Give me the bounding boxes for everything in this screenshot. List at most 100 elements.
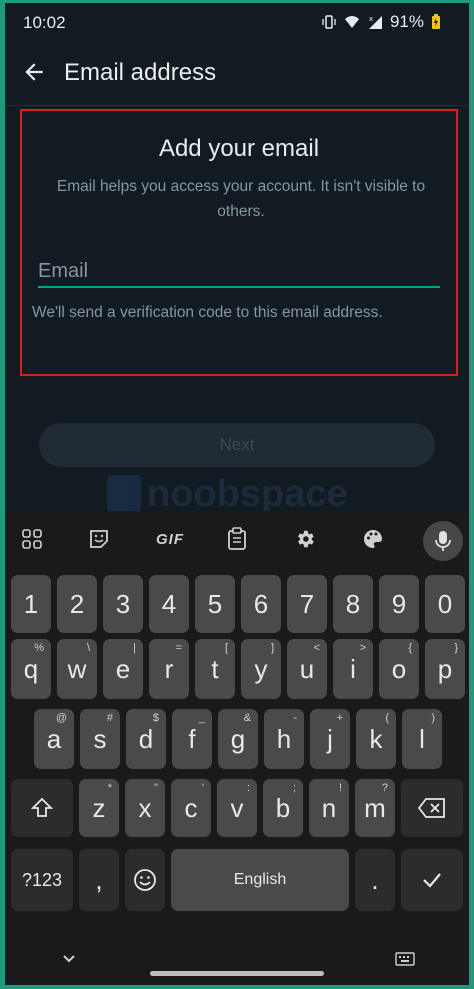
key-q[interactable]: q%: [11, 639, 51, 699]
key-n-label: n: [321, 792, 337, 823]
keyboard-switch-icon[interactable]: [395, 951, 415, 967]
key-k-label: k: [369, 723, 383, 754]
sticker-icon[interactable]: [85, 525, 113, 553]
key-8-label: 8: [345, 588, 361, 619]
key-u[interactable]: u <: [287, 639, 327, 699]
key-j-label: j: [327, 723, 333, 754]
key-e-label: e: [115, 653, 131, 684]
key-n-hint: !: [338, 782, 342, 794]
next-button[interactable]: Next: [39, 423, 435, 467]
key-3[interactable]: 3: [103, 575, 143, 633]
key-p-label: p: [437, 653, 453, 684]
key-i[interactable]: i >: [333, 639, 373, 699]
back-arrow-icon[interactable]: [21, 59, 47, 85]
apps-grid-icon[interactable]: [18, 525, 46, 553]
watermark-logo-icon: [107, 474, 141, 515]
space-key[interactable]: English: [171, 849, 349, 911]
app-bar: Email address: [5, 43, 469, 105]
key-g[interactable]: g &: [218, 709, 258, 769]
key-9[interactable]: 9: [379, 575, 419, 633]
key-v-hint: :: [246, 782, 250, 794]
symbols-key[interactable]: ?123: [11, 849, 73, 911]
emoji-key[interactable]: [125, 849, 165, 911]
key-z[interactable]: z *: [79, 779, 119, 837]
svg-text:x: x: [369, 15, 373, 23]
key-a-label: a: [46, 723, 62, 754]
key-f-label: f: [188, 723, 196, 754]
app-bar-divider: [5, 105, 469, 106]
card-title: Add your email: [158, 135, 320, 162]
key-i-hint: >: [359, 642, 366, 654]
key-d[interactable]: d $: [126, 709, 166, 769]
watermark-text: noobspace: [147, 473, 348, 515]
key-8[interactable]: 8: [333, 575, 373, 633]
key-t[interactable]: t[: [195, 639, 235, 699]
comma-key[interactable]: ,: [79, 849, 119, 911]
key-k[interactable]: k(: [356, 709, 396, 769]
card-description: Email helps you access your account. It …: [56, 178, 426, 220]
gif-button[interactable]: GIF: [153, 525, 187, 553]
key-1[interactable]: 1: [11, 575, 51, 633]
backspace-key[interactable]: [401, 779, 463, 837]
voice-input-mic-icon[interactable]: [423, 521, 463, 561]
key-r[interactable]: r =: [149, 639, 189, 699]
key-o[interactable]: o{: [379, 639, 419, 699]
email-field[interactable]: [38, 256, 438, 286]
key-c[interactable]: c ': [171, 779, 211, 837]
key-a-hint: @: [55, 712, 67, 724]
key-f[interactable]: f _: [172, 709, 212, 769]
clipboard-icon[interactable]: [223, 525, 251, 553]
key-y[interactable]: y]: [241, 639, 281, 699]
key-7[interactable]: 7: [287, 575, 327, 633]
key-j[interactable]: j +: [310, 709, 350, 769]
key-m-hint: ?: [381, 782, 388, 794]
key-5[interactable]: 5: [195, 575, 235, 633]
key-x[interactable]: x ": [125, 779, 165, 837]
key-k-hint: (: [385, 712, 389, 724]
settings-gear-icon[interactable]: [291, 525, 319, 553]
navigation-bar: [5, 941, 469, 985]
key-e[interactable]: e |: [103, 639, 143, 699]
key-m-label: m: [364, 792, 386, 823]
key-h[interactable]: h-: [264, 709, 304, 769]
key-a[interactable]: a @: [34, 709, 74, 769]
key-b[interactable]: b;: [263, 779, 303, 837]
key-p[interactable]: p}: [425, 639, 465, 699]
key-v[interactable]: v:: [217, 779, 257, 837]
key-s[interactable]: s #: [80, 709, 120, 769]
hide-keyboard-chevron-icon[interactable]: [61, 951, 77, 967]
vibrate-icon: [322, 15, 336, 29]
home-gesture-pill[interactable]: [150, 971, 324, 976]
key-j-hint: +: [336, 712, 343, 724]
key-3-label: 3: [115, 588, 131, 619]
page-title: Email address: [64, 59, 217, 86]
email-form-card: Add your email Email helps you access yo…: [20, 109, 458, 376]
key-6[interactable]: 6: [241, 575, 281, 633]
key-2-label: 2: [69, 588, 85, 619]
key-4[interactable]: 4: [149, 575, 189, 633]
theme-palette-icon[interactable]: [359, 525, 387, 553]
key-n[interactable]: n!: [309, 779, 349, 837]
key-i-label: i: [350, 653, 356, 684]
key-w[interactable]: w \: [57, 639, 97, 699]
key-q-label: q: [23, 653, 39, 684]
key-l[interactable]: l): [402, 709, 442, 769]
key-2[interactable]: 2: [57, 575, 97, 633]
key-s-hint: #: [106, 712, 113, 724]
key-q-hint: %: [34, 642, 44, 654]
battery-percent: 91%: [389, 12, 424, 31]
key-0[interactable]: 0: [425, 575, 465, 633]
emoji-smile-icon: [134, 869, 156, 891]
period-key[interactable]: .: [355, 849, 395, 911]
key-m[interactable]: m?: [355, 779, 395, 837]
shift-key[interactable]: [11, 779, 73, 837]
key-g-hint: &: [243, 712, 251, 724]
key-b-label: b: [275, 792, 291, 823]
key-b-hint: ;: [292, 782, 296, 794]
keyboard: GIF 1 2 3 4 5 6 7 8 9 0 q % w \ e | r = …: [5, 511, 469, 985]
key-l-hint: ): [431, 712, 435, 724]
key-4-label: 4: [161, 588, 177, 619]
key-o-hint: {: [408, 642, 412, 654]
done-key[interactable]: [401, 849, 463, 911]
key-u-hint: <: [313, 642, 320, 654]
